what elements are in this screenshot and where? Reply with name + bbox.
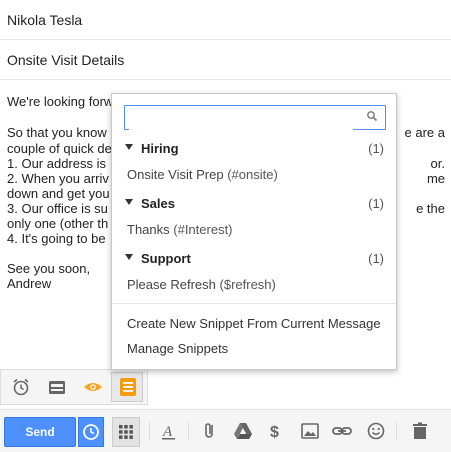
snippet-shortcut: (#Interest) [173, 222, 233, 237]
drive-icon[interactable] [232, 420, 254, 442]
body-line-tail: e are a [404, 125, 445, 140]
manage-snippets-link[interactable]: Manage Snippets [127, 341, 228, 356]
body-line: only one (other th [7, 216, 109, 231]
snippet-button-active[interactable] [111, 372, 143, 402]
collapse-triangle-icon [125, 144, 133, 150]
snippet-item-onsite[interactable]: Onsite Visit Prep (#onsite) [127, 167, 278, 182]
emoji-icon[interactable] [365, 420, 387, 442]
body-line-tail: e the [416, 201, 445, 216]
body-line-tail: or. [430, 156, 445, 171]
body-line: See you soon, [7, 261, 91, 276]
trash-icon[interactable] [409, 420, 431, 442]
to-field[interactable]: Nikola Tesla [0, 0, 451, 40]
dollar-icon[interactable]: $ [265, 420, 287, 442]
snippet-shortcut: (#onsite) [227, 167, 278, 182]
attachment-icon[interactable] [199, 420, 221, 442]
subject-field[interactable]: Onsite Visit Details [0, 40, 451, 80]
body-line: 3. Our office is su [7, 201, 108, 216]
snippet-search-input[interactable] [129, 107, 353, 130]
body-line: 4. It's going to be [7, 231, 106, 246]
svg-text:A: A [162, 424, 173, 440]
body-line-tail: me [426, 171, 445, 186]
body-line: couple of quick de [7, 141, 112, 156]
divider [112, 303, 396, 304]
apps-button[interactable] [112, 417, 140, 447]
body-line: Andrew [7, 276, 52, 291]
group-count: (1) [368, 141, 384, 156]
toolbar-separator [396, 422, 397, 440]
snippet-item-thanks[interactable]: Thanks (#Interest) [127, 222, 233, 237]
body-line: 1. Our address is [7, 156, 106, 171]
photo-icon[interactable] [299, 420, 321, 442]
search-icon [367, 111, 378, 122]
link-icon[interactable] [331, 420, 353, 442]
snippet-list-icon [120, 378, 136, 396]
group-name: Hiring [141, 141, 179, 156]
group-name: Support [141, 251, 191, 266]
body-line: So that you know [7, 125, 107, 140]
toolbar-separator [149, 422, 150, 440]
collapse-triangle-icon [125, 199, 133, 205]
eye-icon[interactable] [82, 376, 104, 398]
group-name: Sales [141, 196, 175, 211]
snippet-search-box[interactable] [124, 105, 386, 130]
alarm-clock-icon[interactable] [10, 376, 32, 398]
send-button[interactable]: Send [4, 417, 76, 447]
snippet-title: Onsite Visit Prep [127, 167, 224, 182]
group-header-sales[interactable]: Sales (1) [112, 193, 396, 215]
group-count: (1) [368, 196, 384, 211]
body-line: 2. When you arriv [7, 171, 109, 186]
create-snippet-link[interactable]: Create New Snippet From Current Message [127, 316, 381, 331]
extension-toolbar [0, 369, 148, 405]
group-header-support[interactable]: Support (1) [112, 248, 396, 270]
inbox-tray-icon[interactable] [46, 376, 68, 398]
grid-icon [119, 425, 133, 439]
snippet-title: Please Refresh [127, 277, 216, 292]
group-header-hiring[interactable]: Hiring (1) [112, 138, 396, 160]
toolbar-separator [188, 422, 189, 440]
text-format-icon[interactable]: A [158, 420, 180, 442]
body-line: We're looking forw [7, 94, 114, 109]
schedule-send-button[interactable] [78, 417, 104, 447]
body-line: down and get you [7, 186, 110, 201]
snippet-item-refresh[interactable]: Please Refresh ($refresh) [127, 277, 276, 292]
svg-text:$: $ [270, 424, 279, 441]
snippet-shortcut: ($refresh) [219, 277, 276, 292]
snippet-title: Thanks [127, 222, 170, 237]
collapse-triangle-icon [125, 254, 133, 260]
snippet-popup: Hiring (1) Onsite Visit Prep (#onsite) S… [111, 93, 397, 370]
compose-toolbar: Send A $ [0, 409, 451, 452]
clock-icon [83, 424, 99, 440]
group-count: (1) [368, 251, 384, 266]
